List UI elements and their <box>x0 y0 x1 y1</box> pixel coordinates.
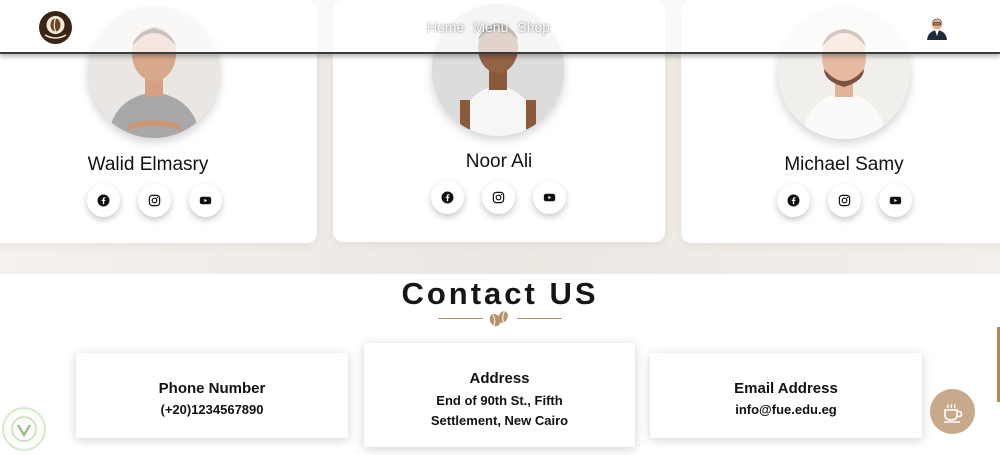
instagram-icon[interactable] <box>482 181 515 214</box>
phone-label: Phone Number <box>158 380 266 397</box>
youtube-icon[interactable] <box>879 184 912 217</box>
address-value: End of 90th St., Fifth Settlement, New C… <box>430 393 569 428</box>
navbar: Home Menu Shop <box>0 0 1000 54</box>
email-label: Email Address <box>734 380 838 397</box>
coffee-logo-icon[interactable] <box>39 11 72 44</box>
email-value: info@fue.edu.eg <box>735 402 837 417</box>
facebook-icon[interactable] <box>777 184 810 217</box>
coffee-cup-button[interactable] <box>930 389 975 434</box>
nav-shop-link[interactable]: Shop <box>517 19 550 35</box>
social-links <box>87 184 222 217</box>
contact-title: Contact US <box>401 276 599 311</box>
youtube-icon[interactable] <box>533 181 566 214</box>
user-avatar-icon[interactable] <box>926 16 948 40</box>
member-name: Michael Samy <box>784 154 904 175</box>
address-label: Address <box>469 370 530 387</box>
youtube-icon[interactable] <box>189 184 222 217</box>
coffee-cup-icon <box>943 403 962 423</box>
security-badge-icon[interactable] <box>2 407 46 451</box>
facebook-icon[interactable] <box>431 181 464 214</box>
social-links <box>431 181 566 214</box>
nav-menu: Home Menu Shop <box>427 19 550 35</box>
address-card: Address End of 90th St., Fifth Settlemen… <box>364 343 635 447</box>
nav-menu-link[interactable]: Menu <box>473 19 508 35</box>
instagram-icon[interactable] <box>138 184 171 217</box>
email-card: Email Address info@fue.edu.eg <box>650 353 922 438</box>
phone-card: Phone Number (+20)1234567890 <box>76 353 348 438</box>
facebook-icon[interactable] <box>87 184 120 217</box>
social-links <box>777 184 912 217</box>
member-name: Walid Elmasry <box>87 154 209 175</box>
member-name: Noor Ali <box>465 151 533 172</box>
phone-value: (+20)1234567890 <box>160 402 264 417</box>
title-divider <box>438 309 562 329</box>
nav-home-link[interactable]: Home <box>427 19 464 35</box>
coffee-beans-icon <box>489 311 508 327</box>
instagram-icon[interactable] <box>828 184 861 217</box>
